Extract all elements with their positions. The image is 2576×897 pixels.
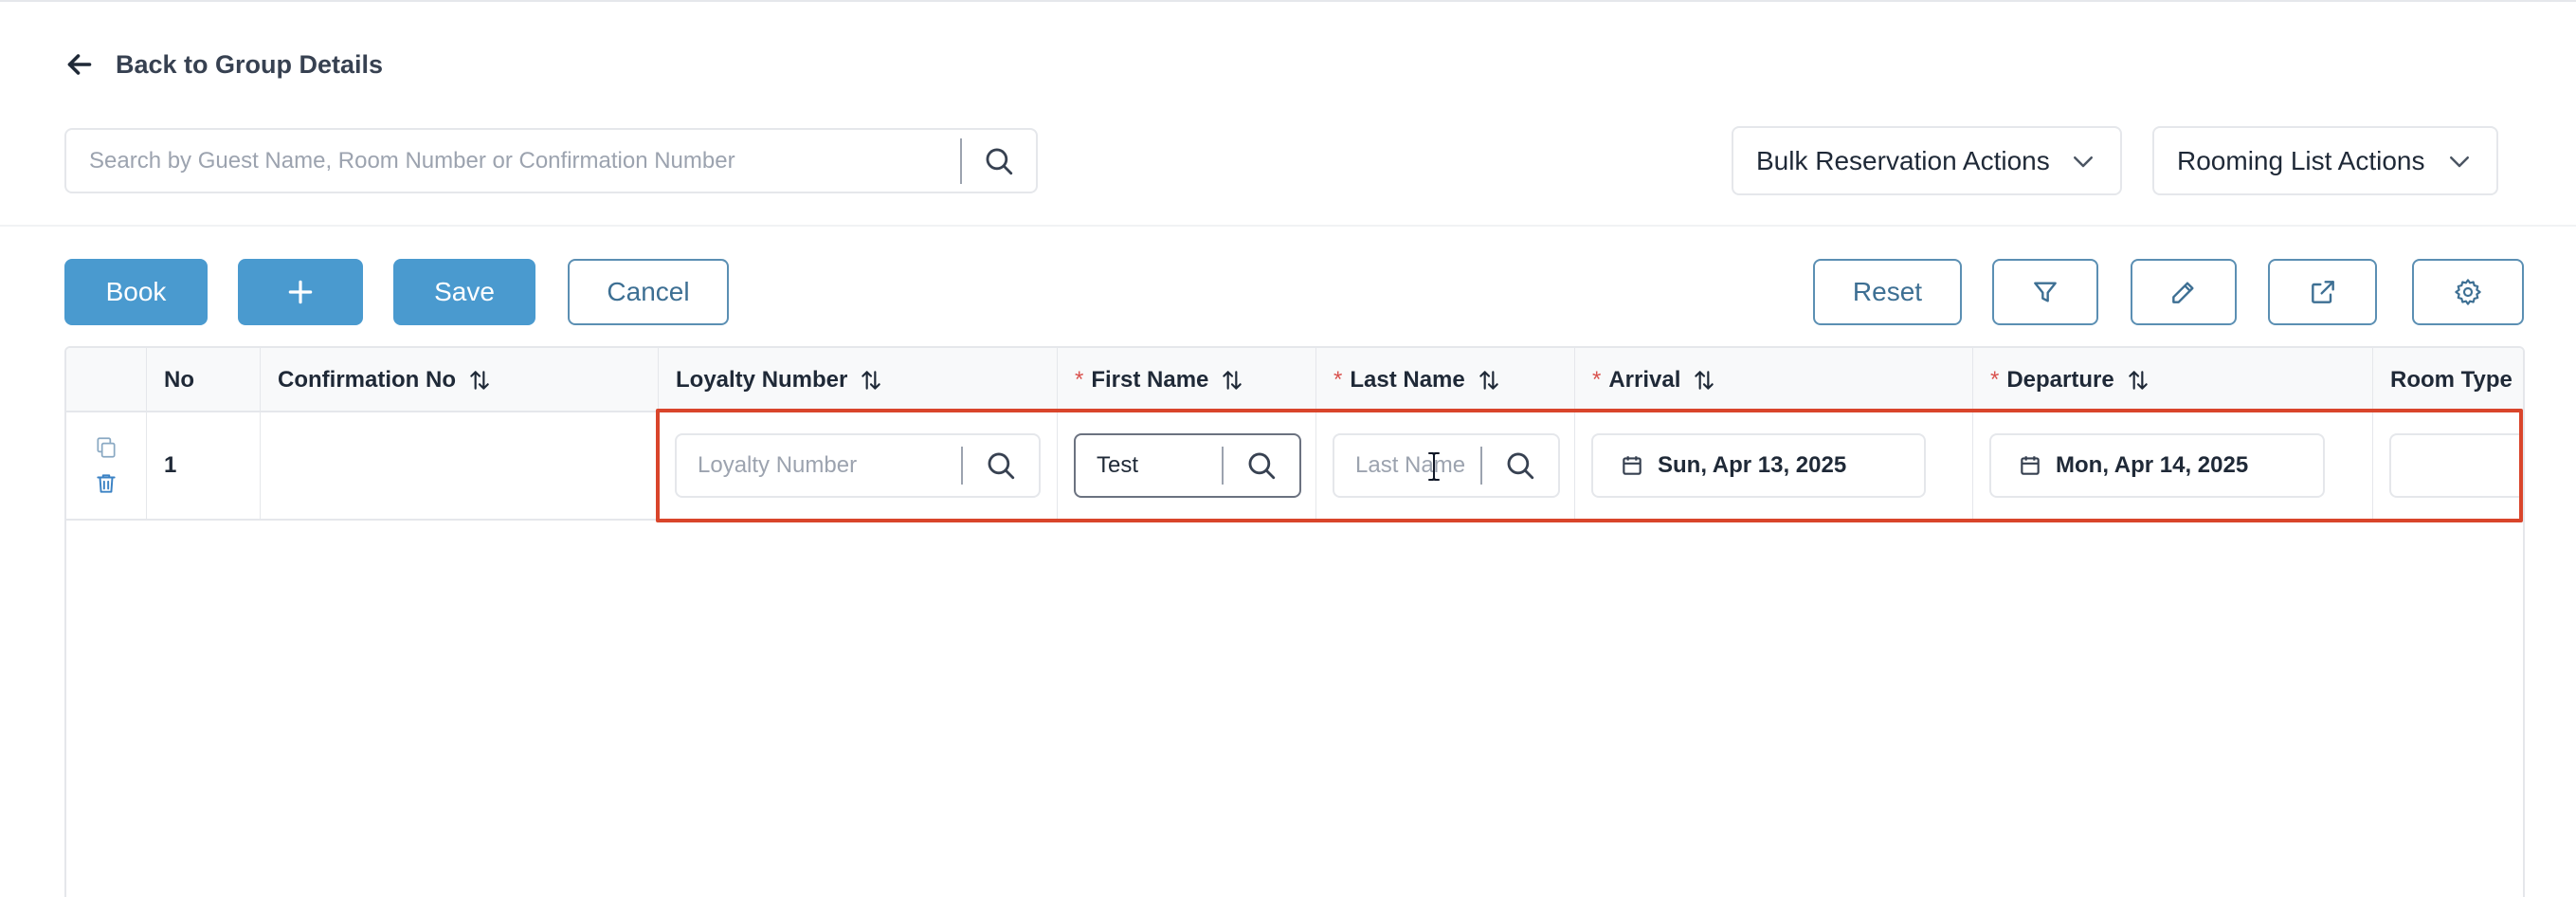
filter-button[interactable]: [1992, 259, 2098, 325]
arrow-left-icon: [67, 54, 92, 75]
required-mark: *: [1333, 367, 1343, 393]
cancel-button[interactable]: Cancel: [568, 259, 729, 325]
header-confirmation-no[interactable]: Confirmation No: [261, 348, 659, 412]
row-arrival-cell: Sun, Apr 13, 2025: [1575, 412, 1973, 519]
rooming-list-actions-dropdown[interactable]: Rooming List Actions: [2152, 126, 2498, 195]
header-room-type[interactable]: Room Type: [2373, 348, 2525, 412]
search-icon: [1248, 452, 1276, 480]
header-last-name[interactable]: * Last Name: [1316, 348, 1575, 412]
sort-icon[interactable]: [467, 368, 492, 393]
edit-button[interactable]: [2131, 259, 2237, 325]
back-to-group-details-link[interactable]: Back to Group Details: [63, 44, 383, 85]
header-first-name[interactable]: * First Name: [1058, 348, 1316, 412]
header-first-name-label: First Name: [1091, 367, 1209, 393]
table-row: 1 Loyalty Number Test Last Name Sun, Apr…: [66, 412, 2523, 521]
plus-icon: [288, 280, 313, 304]
book-button[interactable]: Book: [64, 259, 208, 325]
search-icon: [988, 452, 1015, 480]
back-link-label: Back to Group Details: [116, 49, 384, 79]
bulk-reservation-actions-label: Bulk Reservation Actions: [1756, 145, 2050, 175]
header-departure-label: Departure: [2006, 367, 2114, 393]
row-loyalty-cell: [659, 412, 1058, 519]
search-button[interactable]: [962, 130, 1036, 192]
sort-icon[interactable]: [1692, 368, 1716, 393]
header-confirmation-label: Confirmation No: [278, 367, 456, 393]
row-room-type-cell: [2373, 412, 2523, 519]
row-actions-cell: [66, 412, 147, 519]
filter-icon: [2034, 282, 2057, 302]
external-link-icon: [2311, 281, 2334, 303]
loyalty-number-input[interactable]: [677, 435, 961, 496]
row-confirmation-cell: [261, 412, 659, 519]
sort-icon[interactable]: [2524, 368, 2525, 393]
header-last-name-label: Last Name: [1350, 367, 1465, 393]
bulk-reservation-actions-dropdown[interactable]: Bulk Reservation Actions: [1732, 126, 2122, 195]
sort-icon[interactable]: [1220, 368, 1244, 393]
first-name-field: [1074, 433, 1301, 498]
top-border: [0, 0, 2576, 2]
header-departure[interactable]: * Departure: [1973, 348, 2373, 412]
last-name-field: [1333, 433, 1560, 498]
sort-icon[interactable]: [859, 368, 883, 393]
row-last-name-cell: [1316, 412, 1575, 519]
first-name-search-button[interactable]: [1224, 435, 1299, 496]
save-button[interactable]: Save: [393, 259, 535, 325]
rooming-list-table: No Confirmation No Loyalty Number * Firs…: [64, 346, 2525, 897]
header-arrival[interactable]: * Arrival: [1575, 348, 1973, 412]
search-icon: [1507, 452, 1534, 480]
gear-icon: [2455, 279, 2481, 305]
loyalty-number-field: [675, 433, 1041, 498]
required-mark: *: [1075, 367, 1084, 393]
departure-date-picker[interactable]: Mon, Apr 14, 2025: [1989, 433, 2325, 498]
header-loyalty-number[interactable]: Loyalty Number: [659, 348, 1058, 412]
departure-date-value: Mon, Apr 14, 2025: [2056, 452, 2249, 478]
sort-icon[interactable]: [2126, 368, 2150, 393]
guest-search-box: [64, 128, 1038, 193]
pencil-icon: [2172, 282, 2194, 303]
section-separator: [0, 225, 2576, 227]
room-type-field[interactable]: [2389, 433, 2523, 498]
guest-search-input[interactable]: [66, 130, 960, 192]
header-loyalty-label: Loyalty Number: [676, 367, 848, 393]
row-departure-cell: Mon, Apr 14, 2025: [1973, 412, 2373, 519]
header-room-type-label: Room Type: [2390, 367, 2513, 393]
calendar-icon: [2021, 456, 2040, 475]
row-first-name-cell: [1058, 412, 1316, 519]
trash-icon[interactable]: [94, 471, 118, 496]
arrival-date-picker[interactable]: Sun, Apr 13, 2025: [1591, 433, 1926, 498]
calendar-icon: [1623, 456, 1642, 475]
rooming-list-actions-label: Rooming List Actions: [2177, 145, 2425, 175]
last-name-search-button[interactable]: [1482, 435, 1558, 496]
last-name-input[interactable]: [1334, 435, 1480, 496]
chevron-down-icon: [2450, 156, 2469, 167]
export-button[interactable]: [2268, 259, 2377, 325]
header-arrival-label: Arrival: [1608, 367, 1681, 393]
header-no-label: No: [164, 367, 194, 393]
row-no: 1: [164, 452, 177, 478]
chevron-down-icon: [2074, 156, 2093, 167]
add-row-button[interactable]: [238, 259, 363, 325]
sort-icon[interactable]: [1477, 368, 1501, 393]
search-icon: [986, 148, 1013, 174]
header-no: No: [147, 348, 261, 412]
header-actions: [66, 348, 147, 412]
arrival-date-value: Sun, Apr 13, 2025: [1658, 452, 1847, 478]
row-no-cell: 1: [147, 412, 261, 519]
first-name-input[interactable]: [1076, 435, 1222, 496]
required-mark: *: [1592, 367, 1602, 393]
settings-button[interactable]: [2412, 259, 2524, 325]
copy-icon[interactable]: [94, 435, 118, 460]
reset-button[interactable]: Reset: [1813, 259, 1962, 325]
table-header: No Confirmation No Loyalty Number * Firs…: [66, 348, 2523, 412]
required-mark: *: [1990, 367, 2000, 393]
loyalty-search-button[interactable]: [963, 435, 1039, 496]
